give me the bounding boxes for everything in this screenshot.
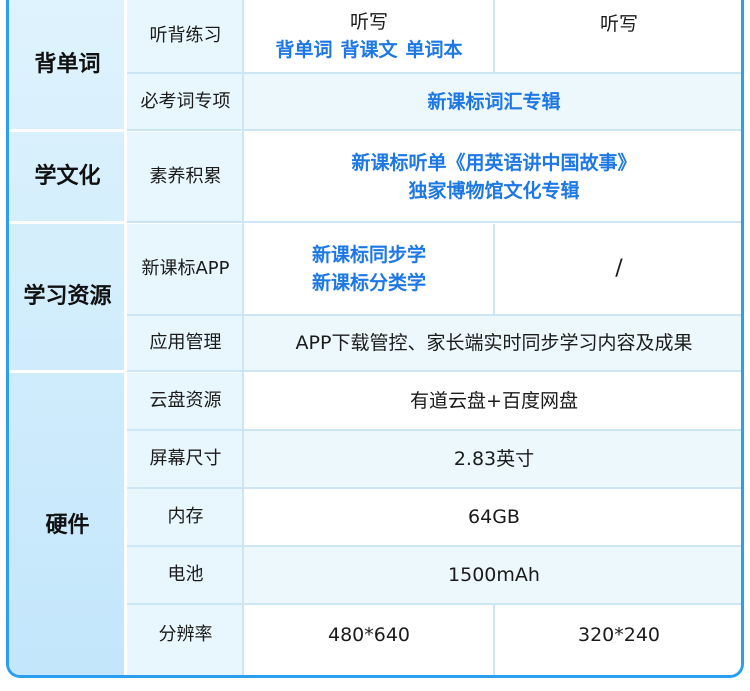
category-hardware: 硬件 <box>9 373 126 675</box>
resolution-left: 480*640 <box>244 605 494 675</box>
exam-words-value: 新课标词汇专辑 <box>244 74 741 129</box>
app-category-learning: 新课标分类学 <box>311 272 426 294</box>
app-label: 新课标APP <box>141 258 230 279</box>
category-culture-label: 学文化 <box>34 163 101 189</box>
row-label-exam-words: 必考词专项 <box>127 74 244 129</box>
resolution-left-text: 480*640 <box>327 623 411 646</box>
category-words-label: 背单词 <box>34 51 101 77</box>
row-label-listen-practice: 听背练习 <box>127 0 244 72</box>
literacy-line2: 独家博物馆文化专辑 <box>408 179 580 202</box>
listen-practice-left: 听写 背单词 背课文 单词本 <box>244 0 494 72</box>
row-label-literacy: 素养积累 <box>127 132 244 221</box>
row-label-memory: 内存 <box>127 489 244 545</box>
category-hardware-label: 硬件 <box>45 512 90 538</box>
cloud-value: 有道云盘+百度网盘 <box>244 373 741 429</box>
literacy-value: 新课标听单《用英语讲中国故事》 独家博物馆文化专辑 <box>244 132 741 221</box>
app-right-text: / <box>615 256 623 281</box>
battery-text: 1500mAh <box>448 564 540 586</box>
battery-label: 电池 <box>167 564 204 585</box>
battery-value: 1500mAh <box>244 547 741 603</box>
literacy-line1: 新课标听单《用英语讲中国故事》 <box>351 151 637 174</box>
category-resources-label: 学习资源 <box>23 284 112 309</box>
cloud-label: 云盘资源 <box>149 390 222 411</box>
row-label-battery: 电池 <box>127 547 244 603</box>
row-label-app-manage: 应用管理 <box>127 316 244 370</box>
exam-words-label: 必考词专项 <box>140 90 231 112</box>
item-recite-texts: 背课文 <box>340 39 398 61</box>
app-manage-text: APP下载管控、家长端实时同步学习内容及成果 <box>295 332 693 354</box>
memory-label: 内存 <box>167 506 204 527</box>
memory-text: 64GB <box>468 506 520 528</box>
app-right: / <box>494 224 741 314</box>
row-label-resolution: 分辨率 <box>127 605 244 675</box>
screen-text: 2.83英寸 <box>453 448 535 470</box>
category-culture: 学文化 <box>9 132 126 221</box>
screen-value: 2.83英寸 <box>244 431 741 487</box>
cloud-text: 有道云盘+百度网盘 <box>410 390 578 412</box>
category-words: 背单词 <box>9 0 126 129</box>
app-manage-value: APP下载管控、家长端实时同步学习内容及成果 <box>244 316 741 370</box>
listen-practice-dictation: 听写 <box>349 11 388 33</box>
listen-practice-right-pad <box>494 48 741 72</box>
listen-practice-items: 背单词 背课文 单词本 <box>275 36 462 64</box>
listen-practice-right: 听写 <box>494 0 741 48</box>
exam-words-text: 新课标词汇专辑 <box>427 90 561 113</box>
literacy-label: 素养积累 <box>149 165 222 187</box>
resolution-label: 分辨率 <box>158 623 213 645</box>
resolution-right-text: 320*240 <box>577 623 661 646</box>
app-left: 新课标同步学 新课标分类学 <box>244 224 494 314</box>
comparison-table: 背单词 学文化 学习资源 硬件 听背练习 听写 背单词 背课文 单词本 听写 必考词… <box>6 0 744 678</box>
listen-practice-right-text: 听写 <box>599 13 638 35</box>
category-resources: 学习资源 <box>9 224 126 370</box>
resolution-right: 320*240 <box>494 605 741 675</box>
screen-label: 屏幕尺寸 <box>149 448 222 469</box>
row-label-app: 新课标APP <box>127 224 244 314</box>
app-sync-learning: 新课标同步学 <box>311 244 426 266</box>
row-label-cloud: 云盘资源 <box>127 373 244 429</box>
listen-practice-label: 听背练习 <box>149 25 222 46</box>
memory-value: 64GB <box>244 489 741 545</box>
app-manage-label: 应用管理 <box>149 332 222 353</box>
item-word-book: 单词本 <box>405 39 463 61</box>
row-label-screen: 屏幕尺寸 <box>127 431 244 487</box>
item-recite-words: 背单词 <box>275 39 333 61</box>
